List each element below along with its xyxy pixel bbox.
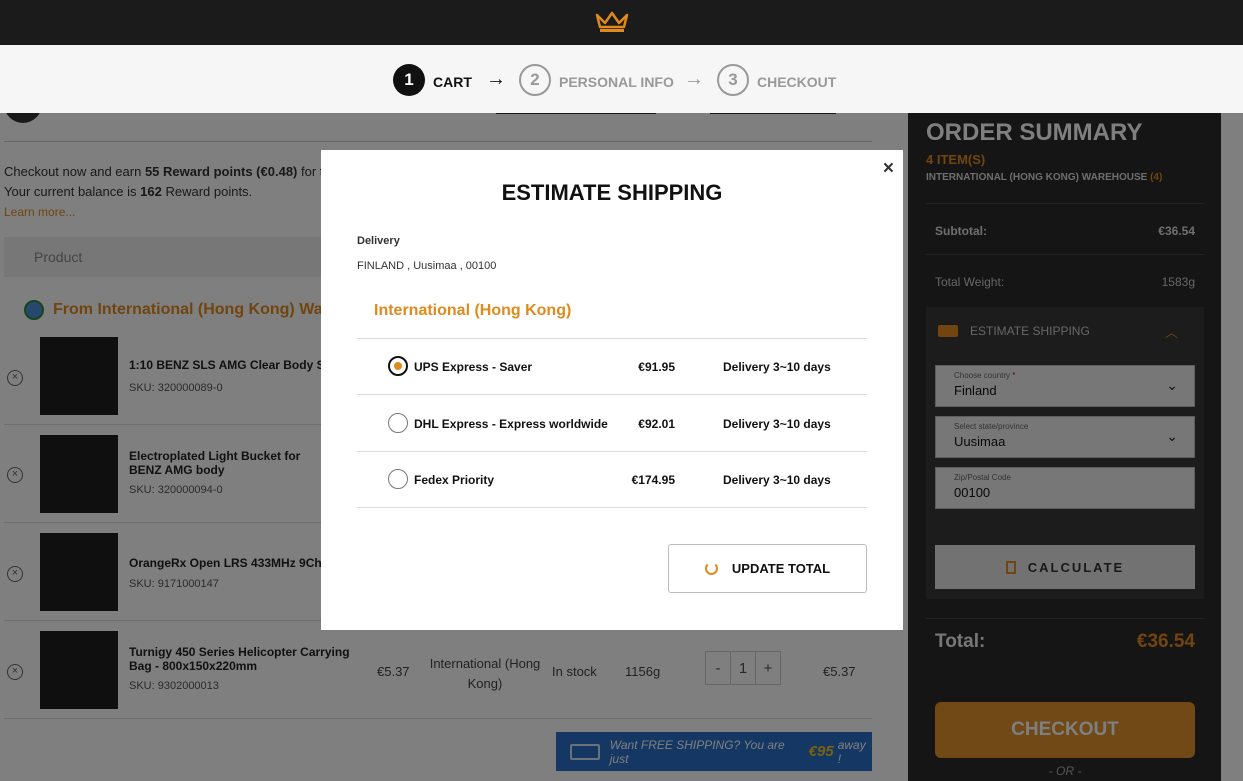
step-personal-info[interactable]: 2 PERSONAL INFO	[519, 64, 674, 96]
top-bar	[0, 0, 1243, 45]
divider	[357, 394, 867, 395]
radio-selected[interactable]	[388, 356, 408, 376]
option-delivery: Delivery 3~10 days	[723, 473, 831, 487]
option-name: Fedex Priority	[414, 473, 495, 487]
step-label: CART	[433, 74, 472, 90]
arrow-right-icon: →	[684, 68, 704, 90]
shipping-option-fedex[interactable]: Fedex Priority €174.95 Delivery 3~10 day…	[357, 469, 867, 489]
step-number: 2	[519, 64, 551, 96]
step-cart[interactable]: 1 CART	[393, 64, 472, 96]
step-number: 3	[717, 64, 749, 96]
arrow-right-icon: →	[486, 68, 506, 90]
step-checkout[interactable]: 3 CHECKOUT	[717, 64, 836, 96]
step-label: CHECKOUT	[757, 74, 837, 90]
refresh-icon	[704, 562, 718, 575]
option-name: DHL Express - Express worldwide	[414, 417, 608, 431]
crown-logo-icon[interactable]	[595, 11, 629, 33]
estimate-shipping-modal: × ESTIMATE SHIPPING Delivery FINLAND , U…	[321, 150, 903, 630]
option-delivery: Delivery 3~10 days	[723, 360, 831, 374]
shipping-option-ups[interactable]: UPS Express - Saver €91.95 Delivery 3~10…	[357, 356, 867, 376]
option-delivery: Delivery 3~10 days	[723, 417, 831, 431]
update-total-label: UPDATE TOTAL	[731, 561, 831, 576]
option-price: €92.01	[638, 417, 675, 431]
delivery-address: FINLAND , Uusimaa , 00100	[357, 260, 497, 272]
radio-unselected[interactable]	[388, 469, 408, 489]
update-total-button[interactable]: UPDATE TOTAL	[668, 544, 867, 593]
step-number: 1	[393, 64, 425, 96]
option-price: €174.95	[631, 473, 675, 487]
divider	[357, 338, 867, 339]
divider	[357, 507, 867, 508]
modal-title: ESTIMATE SHIPPING	[501, 180, 723, 205]
option-price: €91.95	[638, 360, 675, 374]
delivery-label: Delivery	[357, 235, 400, 247]
step-label: PERSONAL INFO	[559, 74, 674, 90]
divider	[357, 451, 867, 452]
checkout-steps: 1 CART → 2 PERSONAL INFO → 3 CHECKOUT	[0, 45, 1243, 113]
shipping-option-dhl[interactable]: DHL Express - Express worldwide €92.01 D…	[357, 413, 867, 433]
warehouse-title: International (Hong Kong)	[374, 302, 572, 319]
close-icon[interactable]: ×	[883, 158, 894, 180]
radio-unselected[interactable]	[388, 413, 408, 433]
option-name: UPS Express - Saver	[414, 360, 533, 374]
